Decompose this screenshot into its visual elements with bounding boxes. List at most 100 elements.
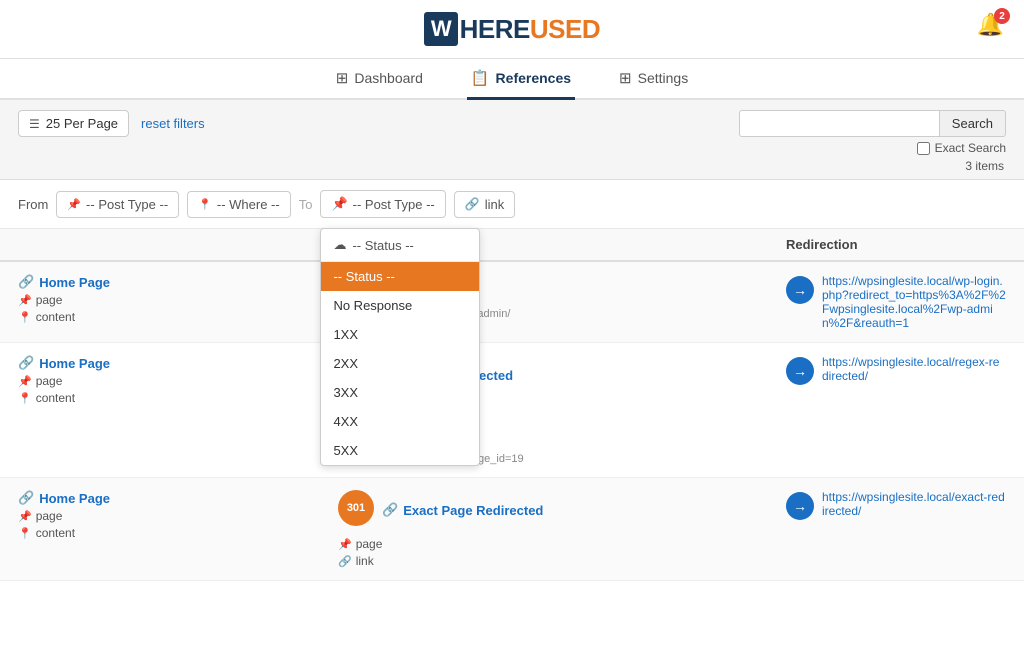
location-icon: 📍 bbox=[198, 198, 212, 211]
nav-item-dashboard[interactable]: ⊞ Dashboard bbox=[332, 59, 427, 100]
link-icon-from2: 🔗 bbox=[18, 355, 34, 371]
from-label: From bbox=[18, 197, 48, 222]
exact-search-label: Exact Search bbox=[935, 141, 1006, 155]
post-type-to-button[interactable]: 📌 -- Post Type -- bbox=[320, 190, 445, 218]
dashboard-icon: ⊞ bbox=[336, 69, 349, 87]
to-title-3[interactable]: 🔗 Exact Page Redirected bbox=[382, 502, 543, 518]
cloud-icon: ☁ bbox=[333, 237, 346, 253]
status-option-selected[interactable]: -- Status -- bbox=[321, 262, 479, 291]
redir-cell-3: → https://wpsinglesite.local/exact-redir… bbox=[786, 490, 1006, 520]
status-option-2xx[interactable]: 2XX bbox=[321, 349, 479, 378]
post-type-to-label: -- Post Type -- bbox=[353, 197, 435, 212]
status-option-4xx[interactable]: 4XX bbox=[321, 407, 479, 436]
notification-badge: 2 bbox=[994, 8, 1010, 24]
arrow-icon-2: → bbox=[786, 357, 814, 385]
from-type-3: 📌 page bbox=[18, 509, 338, 523]
status-option-no-response[interactable]: No Response bbox=[321, 291, 479, 320]
link-icon: 🔗 bbox=[465, 197, 480, 211]
link-icon-to3: 🔗 bbox=[338, 555, 352, 568]
logo: W HEREUSED bbox=[424, 12, 600, 46]
logo-text: HEREUSED bbox=[460, 14, 601, 45]
nav: ⊞ Dashboard 📋 References ⊞ Settings bbox=[0, 59, 1024, 100]
from-cell-1: 🔗 Home Page 📌 page 📍 content bbox=[18, 274, 338, 324]
arrow-icon-3: → bbox=[786, 492, 814, 520]
redir-cell-2: → https://wpsinglesite.local/regex-redir… bbox=[786, 355, 1006, 385]
link-filter-label: link bbox=[485, 197, 505, 212]
nav-label-dashboard: Dashboard bbox=[354, 70, 423, 86]
location-icon-row3: 📍 bbox=[18, 527, 32, 540]
from-type-2: 📌 page bbox=[18, 374, 338, 388]
redir-url-1[interactable]: https://wpsinglesite.local/wp-login.php?… bbox=[822, 274, 1006, 330]
table-row: 🔗 Home Page 📌 page 📍 content 📌 page 🔗 li… bbox=[0, 262, 1024, 343]
pin-icon-row2: 📌 bbox=[18, 375, 32, 388]
link-icon-from1: 🔗 bbox=[18, 274, 34, 290]
toolbar-left: ☰ 25 Per Page reset filters bbox=[18, 110, 205, 137]
pin-icon-to: 📌 bbox=[331, 196, 347, 212]
pin-icon-to3: 📌 bbox=[338, 538, 352, 551]
references-icon: 📋 bbox=[471, 69, 490, 87]
logo-here: HERE bbox=[460, 14, 530, 44]
table-row: 🔗 Home Page 📌 page 📍 content 301 🔗 Regex… bbox=[0, 343, 1024, 478]
search-input[interactable] bbox=[739, 110, 939, 137]
link-icon-from3: 🔗 bbox=[18, 490, 34, 506]
from-title-1[interactable]: 🔗 Home Page bbox=[18, 274, 338, 290]
filter-row: From 📌 -- Post Type -- 📍 -- Where -- To … bbox=[0, 180, 1024, 229]
where-button[interactable]: 📍 -- Where -- bbox=[187, 191, 291, 218]
logo-box: W bbox=[424, 12, 458, 46]
exact-search-row: Exact Search bbox=[917, 141, 1006, 155]
pin-icon-row1: 📌 bbox=[18, 294, 32, 307]
reset-filters-link[interactable]: reset filters bbox=[141, 116, 205, 131]
from-content-3: 📍 content bbox=[18, 526, 338, 540]
bell-wrap[interactable]: 🔔 2 bbox=[977, 12, 1004, 38]
post-type-from-button[interactable]: 📌 -- Post Type -- bbox=[56, 191, 179, 218]
to-type-3: 📌 page bbox=[338, 537, 786, 551]
location-icon-row2: 📍 bbox=[18, 392, 32, 405]
per-page-button[interactable]: ☰ 25 Per Page bbox=[18, 110, 129, 137]
from-cell-3: 🔗 Home Page 📌 page 📍 content bbox=[18, 490, 338, 540]
nav-label-settings: Settings bbox=[638, 70, 689, 86]
table-row: 🔗 Home Page 📌 page 📍 content 301 🔗 Exact… bbox=[0, 478, 1024, 581]
bell-icon[interactable]: 🔔 2 bbox=[977, 12, 1004, 38]
search-row: Search bbox=[739, 110, 1006, 137]
nav-label-references: References bbox=[496, 70, 572, 86]
status-badge-3: 301 bbox=[338, 490, 374, 526]
dropdown-header-label: -- Status -- bbox=[352, 238, 413, 253]
settings-icon: ⊞ bbox=[619, 69, 632, 87]
table-header: Redirection bbox=[0, 229, 1024, 262]
filter-icon: ☰ bbox=[29, 117, 40, 131]
nav-item-references[interactable]: 📋 References bbox=[467, 59, 575, 100]
redir-cell-1: → https://wpsinglesite.local/wp-login.ph… bbox=[786, 274, 1006, 330]
post-type-from-label: -- Post Type -- bbox=[86, 197, 168, 212]
items-count: 3 items bbox=[965, 159, 1006, 173]
redir-url-2[interactable]: https://wpsinglesite.local/regex-redirec… bbox=[822, 355, 1006, 383]
to-ref-3: 🔗 link bbox=[338, 554, 786, 568]
from-content-2: 📍 content bbox=[18, 391, 338, 405]
from-title-2[interactable]: 🔗 Home Page bbox=[18, 355, 338, 371]
where-label: -- Where -- bbox=[217, 197, 280, 212]
location-icon-row1: 📍 bbox=[18, 311, 32, 324]
from-cell-2: 🔗 Home Page 📌 page 📍 content bbox=[18, 355, 338, 405]
pin-icon: 📌 bbox=[67, 198, 81, 211]
pin-icon-row3: 📌 bbox=[18, 510, 32, 523]
table-area: Redirection 🔗 Home Page 📌 page 📍 content… bbox=[0, 229, 1024, 581]
link-icon-to-title3: 🔗 bbox=[382, 502, 398, 518]
status-option-5xx[interactable]: 5XX bbox=[321, 436, 479, 465]
to-sep: To bbox=[299, 197, 313, 222]
from-title-3[interactable]: 🔗 Home Page bbox=[18, 490, 338, 506]
search-button[interactable]: Search bbox=[939, 110, 1006, 137]
col-header-from bbox=[18, 237, 338, 252]
status-option-3xx[interactable]: 3XX bbox=[321, 378, 479, 407]
arrow-icon-1: → bbox=[786, 276, 814, 304]
per-page-label: 25 Per Page bbox=[46, 116, 118, 131]
col-header-redirection: Redirection bbox=[786, 237, 1006, 252]
logo-used: USED bbox=[530, 14, 600, 44]
exact-search-checkbox[interactable] bbox=[917, 142, 930, 155]
nav-item-settings[interactable]: ⊞ Settings bbox=[615, 59, 692, 100]
redir-url-3[interactable]: https://wpsinglesite.local/exact-redirec… bbox=[822, 490, 1006, 518]
from-content-1: 📍 content bbox=[18, 310, 338, 324]
status-dropdown-menu: ☁ -- Status -- -- Status -- No Response … bbox=[320, 228, 480, 466]
toolbar-right: Search Exact Search 3 items bbox=[739, 110, 1006, 173]
status-option-1xx[interactable]: 1XX bbox=[321, 320, 479, 349]
link-filter-button[interactable]: 🔗 link bbox=[454, 191, 515, 218]
header: W HEREUSED 🔔 2 bbox=[0, 0, 1024, 59]
